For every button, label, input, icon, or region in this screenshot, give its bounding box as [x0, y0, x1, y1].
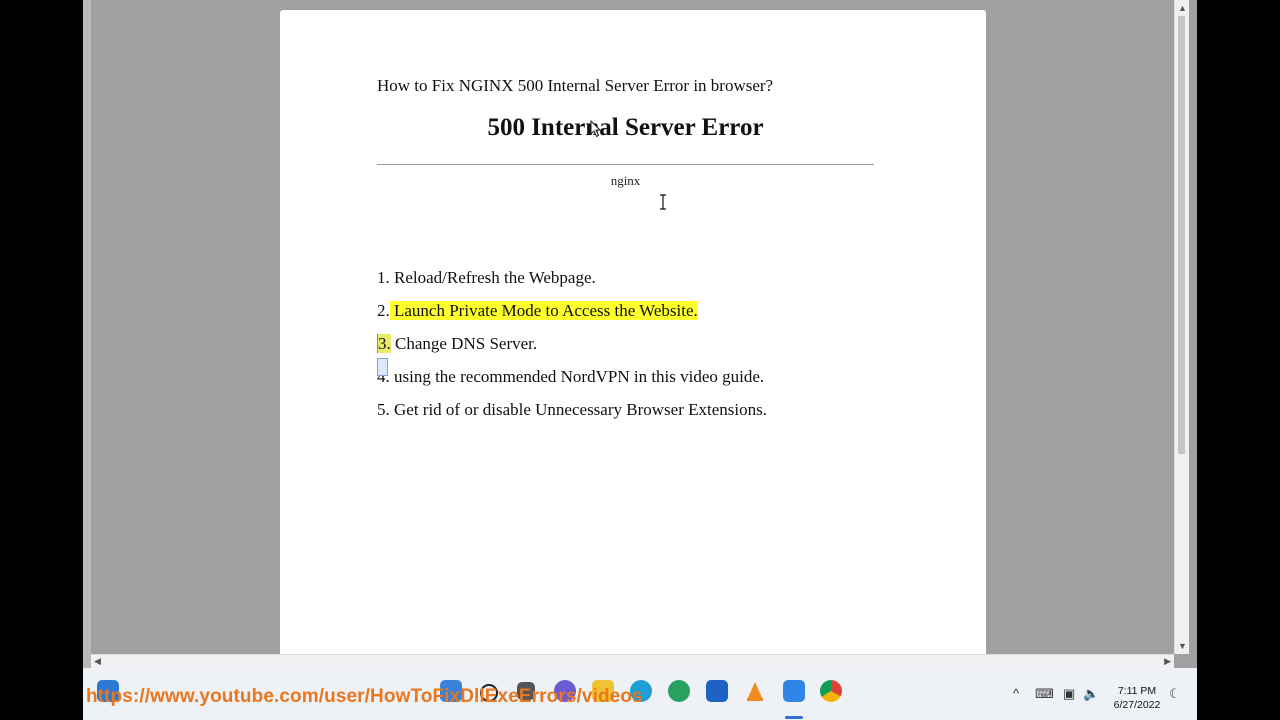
error-divider	[377, 164, 874, 165]
letterbox-right	[1197, 0, 1280, 720]
letterbox-left	[0, 0, 83, 720]
steps-list: 1. Reload/Refresh the Webpage. 2. Launch…	[377, 268, 767, 433]
vertical-scrollbar[interactable]: ▲ ▼	[1174, 0, 1189, 654]
step-text: using the recommended NordVPN in this vi…	[394, 367, 765, 386]
step-number: 5.	[377, 400, 390, 419]
edge-dev-icon[interactable]	[668, 680, 690, 702]
active-app-icon[interactable]	[783, 680, 805, 702]
tray-overflow-icon[interactable]: ^	[1013, 686, 1019, 701]
mouse-pointer-icon	[590, 120, 602, 138]
list-item[interactable]: 4. using the recommended NordVPN in this…	[377, 367, 767, 400]
text-cursor-icon	[660, 194, 666, 210]
volume-icon[interactable]: 🔈	[1083, 686, 1099, 702]
scroll-down-icon[interactable]: ▼	[1178, 641, 1187, 651]
list-item[interactable]: 5. Get rid of or disable Unnecessary Bro…	[377, 400, 767, 433]
step-text: Change DNS Server.	[395, 334, 538, 353]
list-item[interactable]: 3. Change DNS Server.	[377, 334, 767, 367]
clock-time: 7:11 PM	[1117, 685, 1157, 697]
step-number-selected: 3.	[377, 334, 391, 353]
scrollbar-thumb[interactable]	[1178, 16, 1185, 454]
screen: How to Fix NGINX 500 Internal Server Err…	[0, 0, 1280, 720]
active-app-indicator	[785, 716, 803, 719]
clock-date: 6/27/2022	[1113, 699, 1161, 711]
chrome-icon[interactable]	[820, 680, 842, 702]
document-title: How to Fix NGINX 500 Internal Server Err…	[377, 76, 774, 95]
window-left-edge	[83, 0, 91, 668]
text-selection-marker	[377, 358, 388, 376]
error-heading: 500 Internal Server Error	[487, 114, 764, 141]
step-text: Get rid of or disable Unnecessary Browse…	[394, 400, 767, 419]
step-number: 1.	[377, 268, 390, 287]
network-icon[interactable]: ▣	[1063, 686, 1075, 702]
step-number: 2.	[377, 301, 390, 320]
document-viewer-window: How to Fix NGINX 500 Internal Server Err…	[83, 0, 1197, 669]
channel-url-watermark: https://www.youtube.com/user/HowToFixDll…	[86, 686, 643, 707]
microsoft-store-icon[interactable]	[706, 680, 728, 702]
scroll-up-icon[interactable]: ▲	[1178, 3, 1187, 13]
error-server-label: nginx	[610, 173, 641, 188]
scroll-right-icon[interactable]: ▶	[1164, 656, 1171, 667]
list-item[interactable]: 2. Launch Private Mode to Access the Web…	[377, 301, 767, 334]
taskbar-clock[interactable]: 7:11 PM 6/27/2022	[1108, 684, 1166, 712]
horizontal-scrollbar[interactable]: ◀ ▶	[91, 654, 1174, 669]
list-item[interactable]: 1. Reload/Refresh the Webpage.	[377, 268, 767, 301]
notification-icon[interactable]: ☾	[1169, 686, 1181, 702]
step-text: Reload/Refresh the Webpage.	[394, 268, 596, 287]
document-page[interactable]: How to Fix NGINX 500 Internal Server Err…	[280, 10, 986, 660]
scroll-left-icon[interactable]: ◀	[94, 656, 101, 667]
keyboard-icon[interactable]: ⌨	[1035, 686, 1054, 702]
vlc-icon[interactable]	[744, 680, 766, 702]
step-text-highlighted: Launch Private Mode to Access the Websit…	[389, 301, 698, 320]
